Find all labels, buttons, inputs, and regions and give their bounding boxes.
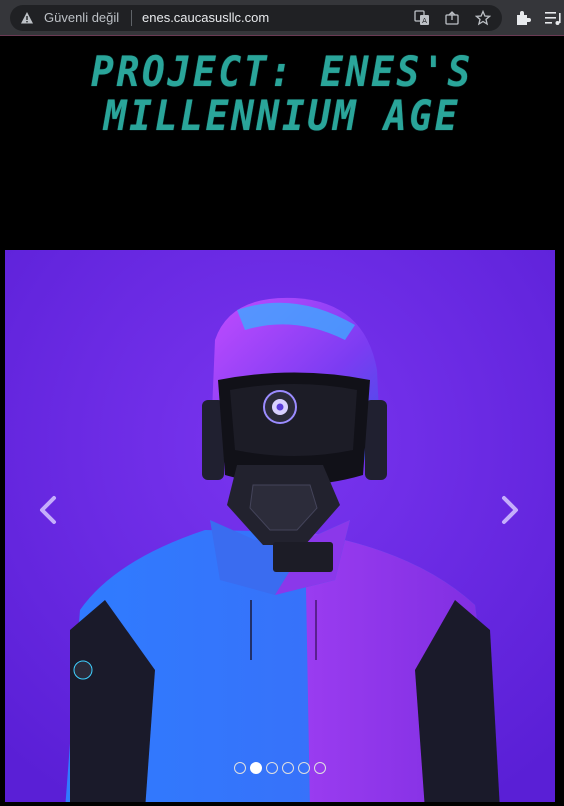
carousel-indicator[interactable] <box>234 762 246 774</box>
image-carousel <box>5 250 555 802</box>
star-icon[interactable] <box>475 10 491 26</box>
svg-text:A: A <box>422 17 427 25</box>
security-status[interactable]: Güvenli değil <box>44 10 119 25</box>
page-title: PROJECT: ENES'S MILLENNIUM AGE <box>28 50 536 138</box>
carousel-indicator[interactable] <box>282 762 294 774</box>
omnibox-divider <box>131 10 132 26</box>
carousel-indicator[interactable] <box>266 762 278 774</box>
share-icon[interactable] <box>444 10 460 26</box>
carousel-indicators <box>5 762 555 776</box>
address-bar[interactable]: Güvenli değil enes.caucasusllc.com A <box>10 5 502 31</box>
page-title-line2: MILLENNIUM AGE <box>103 91 461 140</box>
extensions-icon[interactable] <box>514 9 532 27</box>
translate-icon[interactable]: A <box>414 10 430 26</box>
carousel-prev-button[interactable] <box>33 492 63 528</box>
carousel-indicator-active[interactable] <box>250 762 262 774</box>
carousel-slide-image <box>5 250 555 802</box>
carousel-indicator[interactable] <box>298 762 310 774</box>
media-control-icon[interactable] <box>544 9 562 27</box>
warning-icon[interactable] <box>20 11 34 25</box>
page-title-line1: PROJECT: ENES'S <box>91 47 473 96</box>
carousel-next-button[interactable] <box>495 492 525 528</box>
browser-toolbar: Güvenli değil enes.caucasusllc.com A <box>0 0 564 36</box>
url-text[interactable]: enes.caucasusllc.com <box>142 10 269 25</box>
carousel-indicator[interactable] <box>314 762 326 774</box>
